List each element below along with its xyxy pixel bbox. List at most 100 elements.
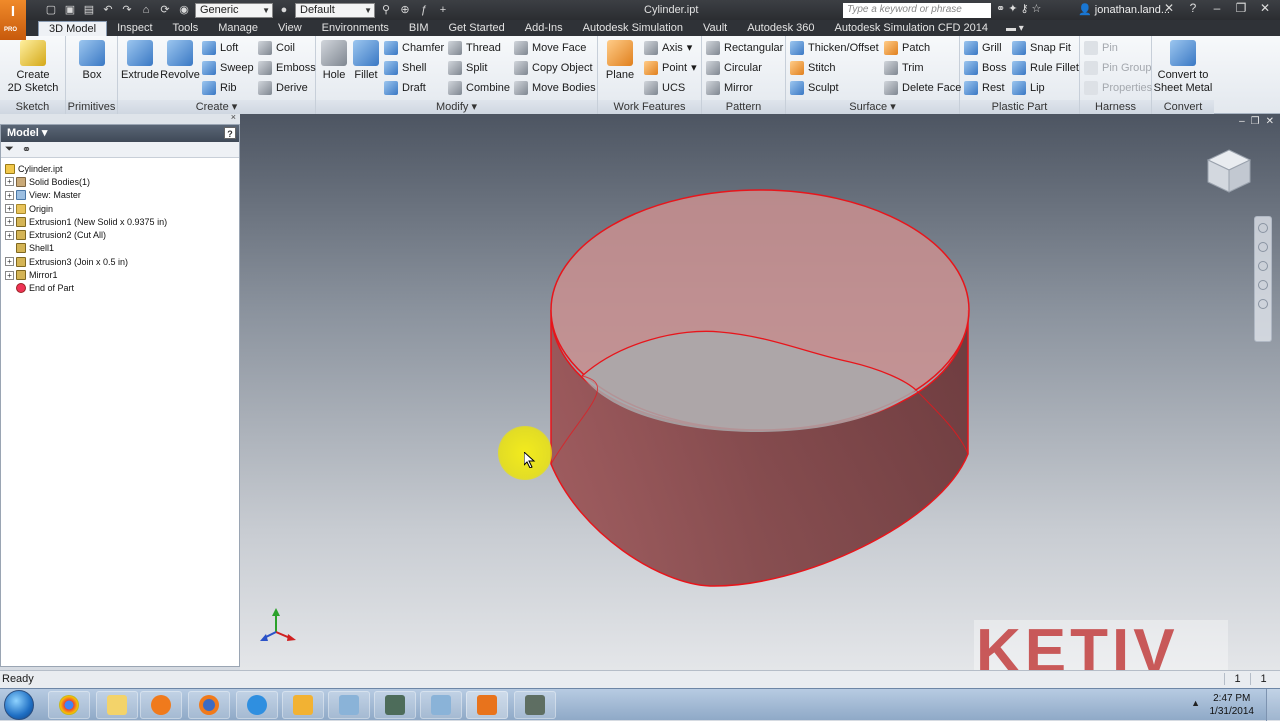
search-input[interactable]: Type a keyword or phrase xyxy=(843,3,991,18)
boss-button[interactable]: Boss xyxy=(964,59,1006,76)
tab-autodesk-simulation[interactable]: Autodesk Simulation xyxy=(573,21,693,36)
combine-button[interactable]: Combine xyxy=(448,79,510,96)
properties-button[interactable]: Properties xyxy=(1084,79,1152,96)
pan-icon[interactable] xyxy=(1258,242,1268,252)
star-icon[interactable]: ☆ xyxy=(1032,2,1042,15)
expand-icon[interactable]: + xyxy=(5,204,14,214)
key-icon[interactable]: ⚷ xyxy=(1020,2,1028,15)
tree-item[interactable]: + View: Master xyxy=(5,189,239,202)
show-desktop-button[interactable] xyxy=(1266,689,1280,721)
rest-button[interactable]: Rest xyxy=(964,79,1005,96)
create-panel-title[interactable]: Create ▾ xyxy=(118,100,315,114)
zoom-icon[interactable]: ⊕ xyxy=(397,3,413,17)
restore-icon[interactable]: ❐ xyxy=(1230,1,1252,15)
tree-item[interactable]: + Extrusion3 (Join x 0.5 in) xyxy=(5,255,239,268)
circular-pattern-button[interactable]: Circular xyxy=(706,59,762,76)
stitch-button[interactable]: Stitch xyxy=(790,59,836,76)
tab-tools[interactable]: Tools xyxy=(163,21,209,36)
tree-item[interactable]: + Extrusion1 (New Solid x 0.9375 in) xyxy=(5,215,239,228)
mirror-button[interactable]: Mirror xyxy=(706,79,753,96)
loft-button[interactable]: Loft xyxy=(202,39,238,56)
chamfer-button[interactable]: Chamfer xyxy=(384,39,444,56)
tree-item[interactable]: + Origin xyxy=(5,202,239,215)
sweep-button[interactable]: Sweep xyxy=(202,59,254,76)
axis-button[interactable]: Axis ▾ xyxy=(644,39,692,56)
tree-item[interactable]: + Extrusion2 (Cut All) xyxy=(5,228,239,241)
close-x-icon[interactable]: ✕ xyxy=(1158,1,1180,15)
expand-icon[interactable]: + xyxy=(5,270,14,280)
function-icon[interactable]: ƒ xyxy=(416,3,432,17)
draft-button[interactable]: Draft xyxy=(384,79,426,96)
thread-button[interactable]: Thread xyxy=(448,39,501,56)
appearance-combo[interactable]: Generic ▼ xyxy=(195,2,273,18)
expand-icon[interactable]: + xyxy=(5,257,14,267)
look-at-icon[interactable] xyxy=(1258,299,1268,309)
pin-group-button[interactable]: Pin Group xyxy=(1084,59,1152,76)
zoom-icon[interactable] xyxy=(1258,261,1268,271)
minimize-icon[interactable]: ‒ xyxy=(1206,1,1228,15)
user-account[interactable]: 👤 jonathan.land... xyxy=(1078,3,1170,16)
tray-expand-icon[interactable]: ▲ xyxy=(1191,698,1200,708)
box-button[interactable]: Box xyxy=(72,40,112,82)
orbit-icon[interactable] xyxy=(1258,280,1268,290)
revolve-button[interactable]: Revolve xyxy=(160,40,200,82)
start-button[interactable] xyxy=(4,690,34,720)
tree-item[interactable]: + Solid Bodies(1) xyxy=(5,175,239,188)
style-combo[interactable]: Default ▼ xyxy=(295,2,375,18)
help-icon[interactable]: ? xyxy=(224,127,236,139)
taskbar-app-1[interactable] xyxy=(328,691,370,719)
taskbar-inventor[interactable] xyxy=(466,691,508,719)
taskbar-app-4[interactable] xyxy=(514,691,556,719)
home-icon[interactable]: ⌂ xyxy=(138,3,154,17)
open-icon[interactable]: ▣ xyxy=(62,3,78,17)
measure-icon[interactable]: ⚲ xyxy=(378,3,394,17)
delete-face-button[interactable]: Delete Face xyxy=(884,79,961,96)
plane-button[interactable]: Plane xyxy=(602,40,638,82)
expand-icon[interactable]: + xyxy=(5,190,14,200)
steering-wheel-icon[interactable] xyxy=(1258,223,1268,233)
snap-fit-button[interactable]: Snap Fit xyxy=(1012,39,1071,56)
update-icon[interactable]: ⟳ xyxy=(157,3,173,17)
taskbar-chrome[interactable] xyxy=(48,691,90,719)
graphics-window[interactable]: ‒ ❐ ✕ KETIV xyxy=(240,114,1280,684)
ucs-button[interactable]: UCS xyxy=(644,79,685,96)
tab-bim[interactable]: BIM xyxy=(399,21,439,36)
emboss-button[interactable]: Emboss xyxy=(258,59,316,76)
add-icon[interactable]: + xyxy=(435,3,451,17)
expand-icon[interactable]: + xyxy=(5,217,14,227)
shell-button[interactable]: Shell xyxy=(384,59,426,76)
redo-icon[interactable]: ↷ xyxy=(119,3,135,17)
taskbar-outlook[interactable] xyxy=(282,691,324,719)
ribbon-options-icon[interactable]: ▬ ▾ xyxy=(1006,21,1024,36)
help-icon[interactable]: ? xyxy=(1182,1,1204,15)
pin-button[interactable]: Pin xyxy=(1084,39,1118,56)
clock[interactable]: 2:47 PM 1/31/2014 xyxy=(1210,692,1255,718)
tree-item[interactable]: Cylinder.ipt xyxy=(5,162,239,175)
new-icon[interactable]: ▢ xyxy=(43,3,59,17)
thicken-offset-button[interactable]: Thicken/Offset xyxy=(790,39,879,56)
expand-icon[interactable]: + xyxy=(5,177,14,187)
tab-simulation-cfd[interactable]: Autodesk Simulation CFD 2014 xyxy=(825,21,998,36)
rectangular-pattern-button[interactable]: Rectangular xyxy=(706,39,783,56)
tab-autodesk-360[interactable]: Autodesk 360 xyxy=(737,21,824,36)
color-icon[interactable]: ● xyxy=(276,3,292,17)
fillet-button[interactable]: Fillet xyxy=(350,40,382,82)
tab-environments[interactable]: Environments xyxy=(312,21,399,36)
tab-manage[interactable]: Manage xyxy=(208,21,268,36)
tab-vault[interactable]: Vault xyxy=(693,21,737,36)
create-2d-sketch-button[interactable]: Create 2D Sketch xyxy=(4,40,62,95)
rib-button[interactable]: Rib xyxy=(202,79,237,96)
lip-button[interactable]: Lip xyxy=(1012,79,1045,96)
taskbar-app-3[interactable] xyxy=(420,691,462,719)
taskbar-firefox[interactable] xyxy=(188,691,230,719)
surface-panel-title[interactable]: Surface ▾ xyxy=(786,100,959,114)
tools-icon[interactable]: ✦ xyxy=(1008,2,1017,15)
tree-item[interactable]: + Mirror1 xyxy=(5,268,239,281)
taskbar-app-2[interactable] xyxy=(374,691,416,719)
tab-add-ins[interactable]: Add-Ins xyxy=(515,21,573,36)
viewcube[interactable] xyxy=(1206,148,1252,194)
sculpt-button[interactable]: Sculpt xyxy=(790,79,839,96)
derive-button[interactable]: Derive xyxy=(258,79,308,96)
modify-panel-title[interactable]: Modify ▾ xyxy=(316,100,597,114)
rule-fillet-button[interactable]: Rule Fillet xyxy=(1012,59,1079,76)
